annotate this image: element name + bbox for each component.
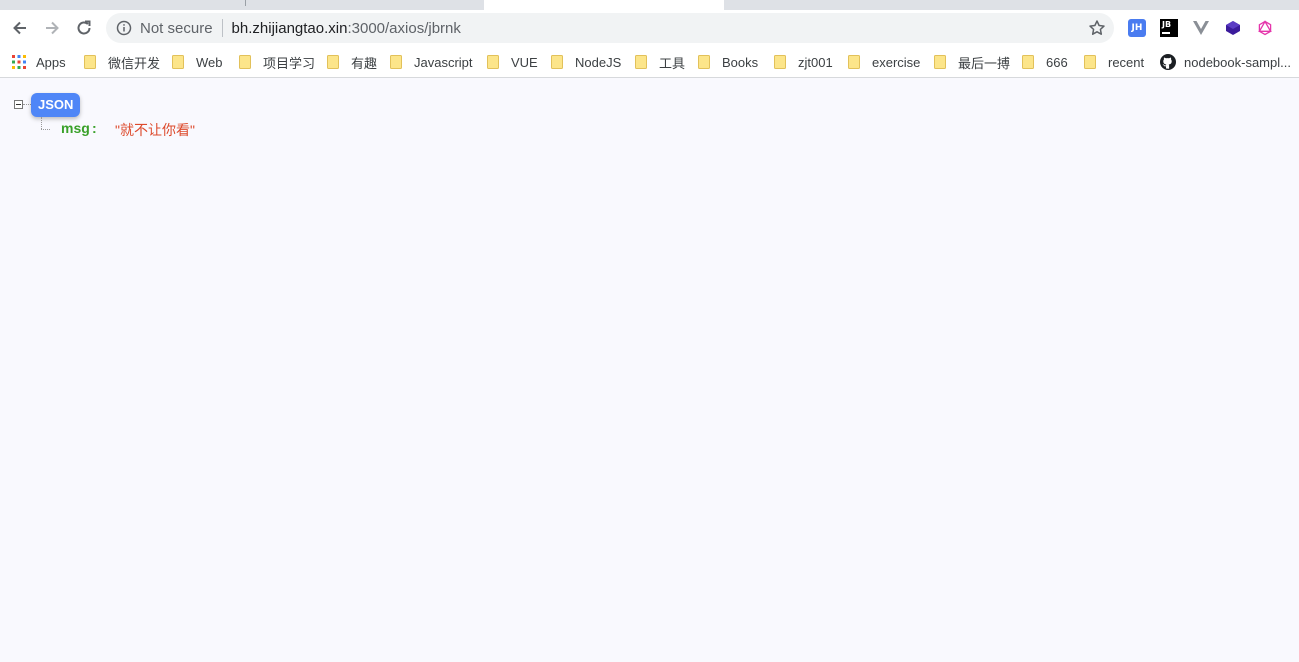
bookmark-label: NodeJS (575, 54, 622, 70)
json-root-badge[interactable]: JSON (31, 93, 81, 117)
folder-icon (698, 55, 710, 69)
bookmark-apps[interactable]: Apps (12, 50, 66, 74)
folder-icon (487, 55, 499, 69)
bookmark-label: exercise (872, 54, 921, 70)
bookmark-label: Web (196, 54, 223, 70)
bookmark-folder[interactable]: exercise (848, 50, 920, 74)
json-key: msg (61, 120, 90, 136)
reload-button[interactable] (70, 14, 98, 42)
collapse-toggle[interactable] (14, 100, 23, 109)
folder-icon (934, 55, 946, 69)
tree-connector (41, 117, 42, 129)
jetbrains-extension-icon[interactable]: JB (1160, 19, 1178, 37)
url-path: :3000/axios/jbrnk (347, 19, 461, 37)
tree-connector (41, 129, 50, 130)
bookmark-label: VUE (511, 54, 538, 70)
bookmark-star-icon[interactable] (1088, 19, 1106, 37)
bookmark-label: Javascript (414, 54, 473, 70)
bookmark-label: recent (1108, 54, 1145, 70)
bookmark-label: Books (722, 54, 759, 70)
bookmark-label: Apps (36, 54, 66, 70)
graphql-icon (1258, 20, 1272, 36)
folder-icon (774, 55, 786, 69)
address-bar[interactable]: Not secure bh.zhijiangtao.xin:3000/axios… (106, 13, 1114, 43)
bookmark-folder[interactable]: Web (172, 50, 223, 74)
url-host: bh.zhijiangtao.xin (231, 19, 348, 37)
tree-connector (23, 104, 31, 105)
bookmark-folder[interactable]: VUE (487, 50, 538, 74)
bookmark-folder[interactable]: 最后一搏 (934, 50, 1010, 74)
bookmark-folder[interactable]: Books (698, 50, 758, 74)
folder-icon (84, 55, 96, 69)
url-text[interactable]: bh.zhijiangtao.xin:3000/axios/jbrnk (232, 20, 461, 37)
bookmark-folder[interactable]: Javascript (390, 50, 473, 74)
cube-extension-icon[interactable] (1224, 19, 1242, 37)
info-icon[interactable] (116, 20, 132, 36)
bookmark-label: zjt001 (798, 54, 833, 70)
apps-grid-icon (12, 55, 26, 69)
folder-icon (239, 55, 251, 69)
json-separator: : (92, 120, 97, 136)
arrow-left-icon (13, 21, 26, 35)
vue-devtools-icon[interactable] (1192, 19, 1210, 37)
bookmark-folder[interactable]: recent (1084, 50, 1144, 74)
bookmark-folder[interactable]: 666 (1022, 50, 1068, 74)
bookmark-label: 工具 (659, 55, 686, 71)
folder-icon (1084, 55, 1096, 69)
bookmark-label: 666 (1046, 54, 1068, 70)
back-button[interactable] (6, 14, 34, 42)
folder-icon (1022, 55, 1034, 69)
bookmark-label: 最后一搏 (958, 55, 1011, 71)
graphql-extension-icon[interactable] (1256, 19, 1274, 37)
bookmark-folder[interactable]: 工具 (635, 50, 685, 74)
forward-button[interactable] (38, 14, 66, 42)
omnibox-divider (221, 19, 223, 37)
bookmark-folder[interactable]: zjt001 (774, 50, 833, 74)
bookmark-folder[interactable]: NodeJS (551, 50, 621, 74)
folder-icon (327, 55, 339, 69)
bookmark-label: 有趣 (351, 55, 378, 71)
folder-icon (551, 55, 563, 69)
bookmark-folder[interactable]: 微信开发 (84, 50, 160, 74)
vue-logo-icon (1193, 21, 1209, 35)
github-icon (1160, 54, 1176, 70)
active-tab[interactable] (484, 0, 724, 10)
bookmark-label: nodebook-sampl... (1184, 54, 1291, 70)
arrow-right-icon (46, 21, 59, 35)
json-string-value: "就不让你看" (115, 122, 195, 138)
security-status[interactable]: Not secure (140, 20, 213, 37)
folder-icon (635, 55, 647, 69)
bookmark-github[interactable]: nodebook-sampl... (1160, 50, 1291, 74)
reload-icon (77, 20, 91, 35)
folder-icon (390, 55, 402, 69)
bookmark-label: 项目学习 (263, 55, 316, 71)
jh-extension-icon[interactable]: JH (1128, 19, 1146, 37)
bookmarks-bar: Apps 微信开发 Web 项目学习 有趣 Javascript VUE Nod… (0, 46, 1299, 78)
bookmark-folder[interactable]: 项目学习 (239, 50, 315, 74)
page-content: JSON msg : "就不让你看" (0, 79, 1299, 662)
bookmark-label: 微信开发 (108, 55, 161, 71)
folder-icon (172, 55, 184, 69)
jb-label: JB (1162, 20, 1172, 29)
jb-bar (1162, 32, 1170, 34)
folder-icon (848, 55, 860, 69)
cube-icon (1226, 21, 1240, 35)
tab-separator (245, 0, 246, 6)
bookmark-folder[interactable]: 有趣 (327, 50, 377, 74)
browser-toolbar: Not secure bh.zhijiangtao.xin:3000/axios… (0, 10, 1299, 46)
tab-strip (0, 0, 1299, 10)
